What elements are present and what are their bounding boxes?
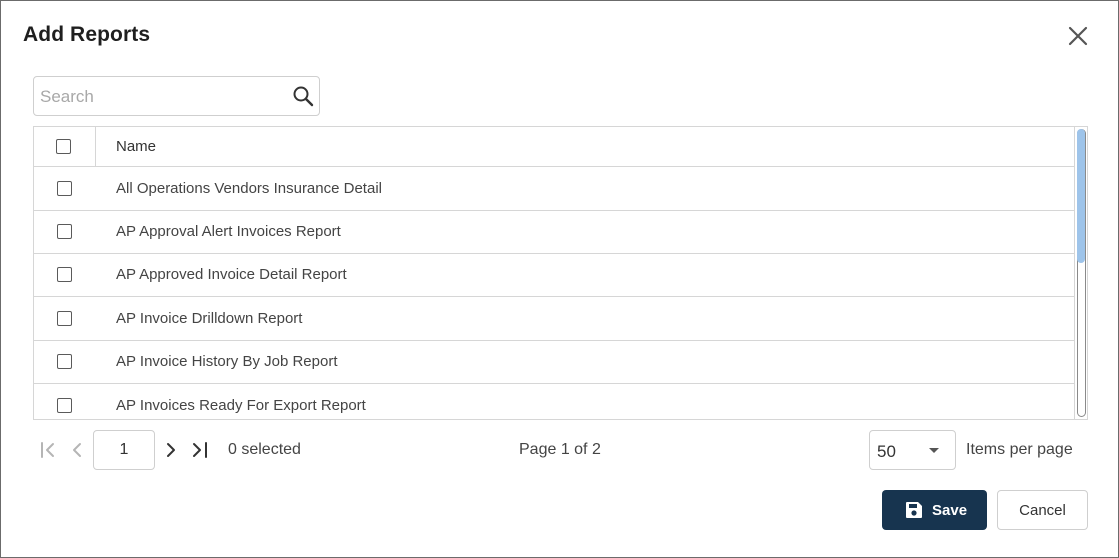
grid-header: Name	[34, 127, 1074, 167]
page-number-input[interactable]	[93, 430, 155, 470]
first-page-icon[interactable]	[38, 440, 58, 460]
grid-scrollbar[interactable]	[1074, 127, 1087, 419]
row-checkbox[interactable]	[57, 224, 72, 239]
table-row[interactable]: AP Approved Invoice Detail Report	[34, 253, 1074, 297]
search-input[interactable]	[40, 85, 280, 109]
next-page-icon[interactable]	[161, 440, 181, 460]
row-checkbox[interactable]	[57, 267, 72, 282]
save-label: Save	[932, 502, 968, 519]
table-row[interactable]: AP Invoice History By Job Report	[34, 340, 1074, 384]
table-row[interactable]: AP Invoices Ready For Export Report	[34, 384, 1074, 419]
scrollbar-thumb[interactable]	[1077, 129, 1085, 263]
row-name: AP Invoices Ready For Export Report	[116, 397, 366, 414]
add-reports-dialog: Add Reports Name All Operations Vendors …	[0, 0, 1119, 558]
items-per-page-label: Items per page	[966, 441, 1073, 458]
page-info: Page 1 of 2	[519, 441, 601, 458]
column-header-name[interactable]: Name	[116, 138, 156, 155]
search-box	[33, 76, 320, 116]
page-size-value: 50	[877, 442, 896, 461]
close-icon	[1068, 26, 1088, 46]
header-check-cell	[34, 127, 96, 167]
row-checkbox[interactable]	[57, 354, 72, 369]
last-page-icon[interactable]	[190, 440, 210, 460]
row-name: AP Approved Invoice Detail Report	[116, 266, 347, 283]
dialog-title: Add Reports	[23, 23, 151, 46]
reports-grid: Name All Operations Vendors Insurance De…	[33, 126, 1088, 420]
caret-down-icon	[929, 448, 939, 453]
row-checkbox[interactable]	[57, 181, 72, 196]
page-size-select[interactable]: 50	[869, 430, 956, 470]
selected-count: 0 selected	[228, 441, 301, 458]
table-row[interactable]: All Operations Vendors Insurance Detail	[34, 167, 1074, 211]
row-name: AP Invoice Drilldown Report	[116, 310, 303, 327]
row-name: AP Approval Alert Invoices Report	[116, 223, 341, 240]
table-row[interactable]: AP Approval Alert Invoices Report	[34, 210, 1074, 254]
close-button[interactable]	[1063, 21, 1093, 51]
row-checkbox[interactable]	[57, 398, 72, 413]
save-button[interactable]: Save	[882, 490, 987, 530]
floppy-disk-icon	[906, 502, 922, 518]
table-row[interactable]: AP Invoice Drilldown Report	[34, 297, 1074, 341]
row-name: AP Invoice History By Job Report	[116, 353, 338, 370]
row-name: All Operations Vendors Insurance Detail	[116, 180, 382, 197]
cancel-button[interactable]: Cancel	[997, 490, 1088, 530]
search-icon[interactable]	[291, 84, 315, 108]
select-all-checkbox[interactable]	[56, 139, 71, 154]
previous-page-icon[interactable]	[67, 440, 87, 460]
row-checkbox[interactable]	[57, 311, 72, 326]
